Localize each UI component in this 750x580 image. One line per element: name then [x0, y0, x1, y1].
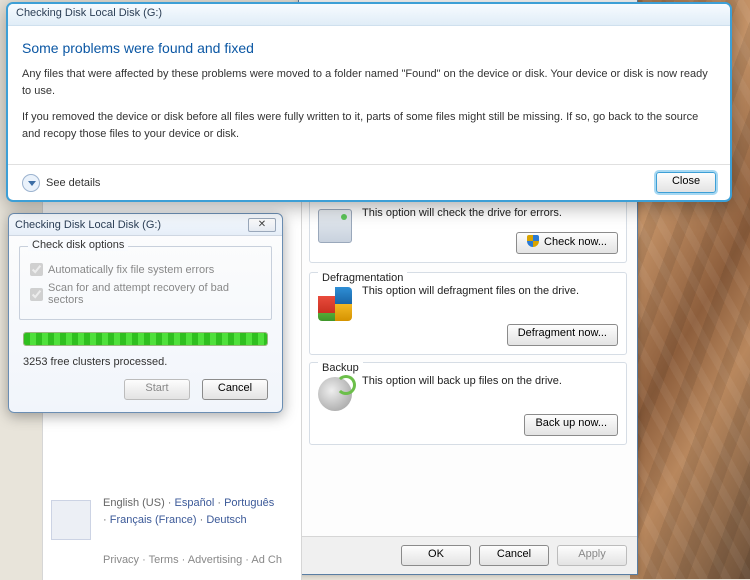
check-disk-options-label: Check disk options — [28, 239, 128, 251]
progress-cancel-button[interactable]: Cancel — [202, 379, 268, 400]
facebook-badge — [51, 500, 91, 540]
footer-links: Privacy · Terms · Advertising · Ad Ch — [103, 552, 291, 570]
check-disk-result-dialog: Checking Disk Local Disk (G:) Some probl… — [6, 2, 732, 202]
defrag-icon — [318, 287, 352, 321]
back-up-now-button[interactable]: Back up now... — [524, 414, 618, 436]
foot-terms-link[interactable]: Terms — [149, 554, 179, 566]
lang-pt-link[interactable]: Português — [224, 497, 274, 509]
defragmentation-group: Defragmentation This option will defragm… — [309, 272, 627, 355]
error-checking-group: This option will check the drive for err… — [309, 195, 627, 263]
autofix-checkbox-row[interactable]: Automatically fix file system errors — [30, 263, 261, 276]
progress-dialog-titlebar[interactable]: Checking Disk Local Disk (G:) ✕ — [9, 214, 282, 236]
lang-en: English (US) — [103, 497, 165, 509]
see-details-toggle[interactable]: See details — [22, 174, 100, 192]
result-paragraph-2: If you removed the device or disk before… — [22, 109, 716, 142]
defrag-group-label: Defragmentation — [318, 272, 407, 284]
progress-fill — [24, 333, 267, 345]
backup-desc: This option will back up files on the dr… — [362, 375, 618, 387]
result-dialog-footer: See details Close — [8, 164, 730, 200]
result-close-button[interactable]: Close — [656, 172, 716, 193]
autofix-checkbox[interactable] — [30, 263, 43, 276]
progress-dialog-close-button[interactable]: ✕ — [248, 218, 276, 232]
drive-icon — [318, 209, 352, 243]
check-now-label: Check now... — [544, 236, 607, 248]
foot-adchoices-link[interactable]: Ad Ch — [251, 554, 282, 566]
properties-button-row: OK Cancel Apply — [299, 536, 637, 574]
autofix-label: Automatically fix file system errors — [48, 264, 214, 276]
defragment-now-button[interactable]: Defragment now... — [507, 324, 618, 346]
foot-privacy-link[interactable]: Privacy — [103, 554, 139, 566]
error-check-desc: This option will check the drive for err… — [362, 207, 618, 219]
defrag-desc: This option will defragment files on the… — [362, 285, 618, 297]
backup-icon — [318, 377, 352, 411]
lang-es-link[interactable]: Español — [175, 497, 215, 509]
cancel-button[interactable]: Cancel — [479, 545, 549, 566]
result-dialog-titlebar[interactable]: Checking Disk Local Disk (G:) — [8, 4, 730, 26]
result-dialog-title: Checking Disk Local Disk (G:) — [16, 7, 162, 19]
progress-dialog-title: Checking Disk Local Disk (G:) — [15, 219, 161, 231]
ok-button[interactable]: OK — [401, 545, 471, 566]
see-details-label: See details — [46, 177, 100, 189]
language-list: English (US) · Español · Português · Fra… — [103, 495, 291, 530]
progress-dialog-buttons: Start Cancel — [124, 379, 268, 400]
check-now-button[interactable]: Check now... — [516, 232, 618, 254]
apply-button[interactable]: Apply — [557, 545, 627, 566]
backup-group: Backup This option will back up files on… — [309, 362, 627, 445]
foot-advertising-link[interactable]: Advertising — [188, 554, 242, 566]
lang-fr-link[interactable]: Français (France) — [110, 514, 197, 526]
check-disk-progress-bar — [23, 332, 268, 346]
lang-de-link[interactable]: Deutsch — [206, 514, 246, 526]
check-disk-status-text: 3253 free clusters processed. — [23, 356, 167, 368]
uac-shield-icon — [527, 235, 539, 247]
backup-group-label: Backup — [318, 362, 363, 374]
result-dialog-body: Some problems were found and fixed Any f… — [8, 26, 730, 142]
scan-recover-checkbox-row[interactable]: Scan for and attempt recovery of bad sec… — [30, 282, 261, 306]
result-paragraph-1: Any files that were affected by these pr… — [22, 66, 716, 99]
start-button[interactable]: Start — [124, 379, 190, 400]
check-disk-options-group: Check disk options Automatically fix fil… — [19, 246, 272, 320]
checking-disk-progress-dialog: Checking Disk Local Disk (G:) ✕ Check di… — [8, 213, 283, 413]
result-heading: Some problems were found and fixed — [22, 40, 716, 56]
chevron-down-icon — [22, 174, 40, 192]
scan-recover-checkbox[interactable] — [30, 288, 43, 301]
scan-recover-label: Scan for and attempt recovery of bad sec… — [48, 282, 261, 306]
